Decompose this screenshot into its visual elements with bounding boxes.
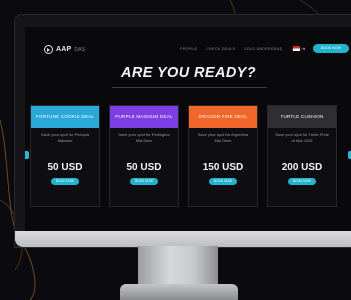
nav-item-profile[interactable]: Profile bbox=[180, 47, 197, 51]
screen: AAP DAS Profile Check Deals Solo Undergr… bbox=[25, 27, 351, 231]
card-price: 50 USD bbox=[126, 162, 162, 173]
pricing-card: Turtle Cushion Save your spot for Turtle… bbox=[267, 105, 337, 207]
language-flag-icon[interactable] bbox=[293, 46, 300, 51]
card-header: Dragon Fire Deal bbox=[189, 106, 257, 128]
card-description: Save your spot for Turtle Pride at Mai 2… bbox=[274, 132, 330, 143]
card-price: 200 USD bbox=[281, 162, 323, 173]
header-cta-button[interactable]: Book Now bbox=[313, 44, 349, 53]
card-header: Turtle Cushion bbox=[268, 106, 336, 128]
monitor: AAP DAS Profile Check Deals Solo Undergr… bbox=[14, 14, 351, 248]
card-book-button[interactable]: Book Now bbox=[288, 178, 316, 185]
page-title: ARE YOU READY? bbox=[120, 65, 257, 81]
chevron-down-icon[interactable]: ▾ bbox=[303, 46, 305, 51]
card-price: 150 USD bbox=[202, 162, 244, 173]
title-divider bbox=[112, 87, 267, 88]
card-book-button[interactable]: Book Now bbox=[209, 178, 237, 185]
card-description: Save your spot for Pintopia Maiwani bbox=[40, 132, 90, 143]
logo-subtext: DAS bbox=[74, 46, 86, 53]
monitor-stand-neck bbox=[138, 246, 218, 286]
site-logo[interactable]: AAP DAS bbox=[44, 45, 85, 54]
play-logo-icon bbox=[44, 45, 53, 54]
nav-item-solo-undergrad[interactable]: Solo Undergrad bbox=[244, 47, 282, 51]
monitor-chin bbox=[15, 231, 351, 247]
carousel-prev-arrow[interactable] bbox=[25, 151, 29, 159]
card-price: 50 USD bbox=[47, 162, 83, 173]
pricing-card: Purple Magnum Deal Save your spot for Pe… bbox=[109, 105, 179, 207]
nav-item-check-deals[interactable]: Check Deals bbox=[206, 47, 235, 51]
card-header: Purple Magnum Deal bbox=[110, 106, 178, 128]
logo-text: AAP bbox=[56, 46, 72, 53]
card-header: Fortune Cookie Deal bbox=[31, 106, 99, 128]
monitor-stand-base bbox=[120, 284, 238, 300]
top-nav: Profile Check Deals Solo Undergrad Log I… bbox=[180, 47, 306, 51]
pricing-card: Dragon Fire Deal Save your spot for Arge… bbox=[188, 105, 258, 207]
card-description: Save your spot for Argentina Mai Diem bbox=[197, 132, 249, 143]
card-book-button[interactable]: Book Now bbox=[51, 178, 79, 185]
card-book-button[interactable]: Book Now bbox=[130, 178, 158, 185]
pricing-card: Fortune Cookie Deal Save your spot for P… bbox=[30, 105, 100, 207]
card-description: Save your spot for Pedington Mai Dam bbox=[118, 132, 170, 143]
